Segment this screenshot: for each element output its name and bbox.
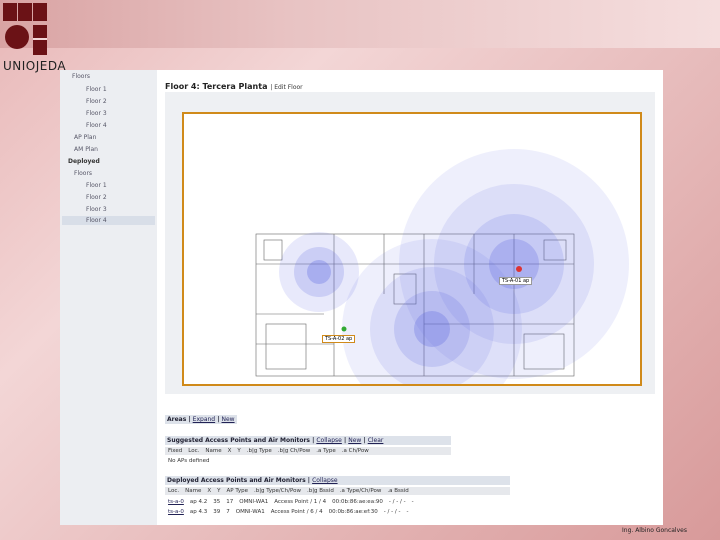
floor-map[interactable]: TS-A-01 ap TS-A-02 ap <box>182 112 642 386</box>
collapse-link[interactable]: Collapse <box>316 437 342 444</box>
sidebar-item-floors[interactable]: Floors <box>72 73 90 80</box>
col-y[interactable]: Y <box>214 487 223 495</box>
col-name[interactable]: Name <box>202 447 224 455</box>
col-name[interactable]: Name <box>182 487 204 495</box>
sidebar-item-deployed-floor-4[interactable]: Floor 4 <box>62 216 155 225</box>
deployed-title: Deployed Access Points and Air Monitors <box>167 477 306 484</box>
suggested-columns: Fixed Loc. Name X Y .b|g Type .b|g Ch/Po… <box>165 447 451 455</box>
col-a-type[interactable]: .a Type <box>313 447 339 455</box>
cell-bg-bssid: 00:0b:86:ae:ef:30 <box>328 509 378 515</box>
table-row[interactable]: ts-a-0 ap 4.2 35 17 OMNI-WA1 Access Poin… <box>165 498 417 506</box>
cell-loc[interactable]: ts-a-0 <box>165 508 187 516</box>
col-y[interactable]: Y <box>234 447 243 455</box>
sidebar-item-deployed-floors[interactable]: Floors <box>74 170 92 177</box>
deployed-columns: Loc. Name X Y AP Type .b|g Type/Ch/Pow .… <box>165 487 510 495</box>
floor-plan-svg <box>255 149 629 384</box>
cell-name: ap 4.3 <box>189 509 208 515</box>
cell-y: 7 <box>226 509 230 515</box>
edit-floor-link[interactable]: | Edit Floor <box>270 84 302 91</box>
page-title: Floor 4: Tercera Planta | Edit Floor <box>165 82 303 91</box>
cell-bg-type: Access Point / 1 / 4 <box>274 499 327 505</box>
suggested-empty: No APs defined <box>165 457 213 465</box>
sidebar-item-ap-plan[interactable]: AP Plan <box>74 134 96 141</box>
sidebar-item-am-plan[interactable]: AM Plan <box>74 146 98 153</box>
col-a-bssid[interactable]: .a Bssid <box>384 487 411 495</box>
cell-y: 17 <box>226 499 234 505</box>
sidebar-item-floor-1[interactable]: Floor 1 <box>86 86 107 93</box>
sidebar-item-deployed-floor-2[interactable]: Floor 2 <box>86 194 107 201</box>
sidebar-item-deployed[interactable]: Deployed <box>68 158 100 165</box>
col-a-type-ch-pow[interactable]: .a Type/Ch/Pow <box>337 487 385 495</box>
areas-title: Areas <box>167 416 187 423</box>
header-band <box>0 0 720 48</box>
col-bg-type[interactable]: .b|g Type <box>244 447 275 455</box>
sidebar-item-floor-3[interactable]: Floor 3 <box>86 110 107 117</box>
collapse-deployed-link[interactable]: Collapse <box>312 477 338 484</box>
cell-bg-bssid: 00:0b:86:ae:ea:90 <box>332 499 383 505</box>
cell-ap-type: OMNI-WA1 <box>235 509 265 515</box>
screenshot-panel: Floors Floor 1 Floor 2 Floor 3 Floor 4 A… <box>60 70 663 525</box>
cell-a-type: - / - / - <box>388 499 406 505</box>
sidebar-item-floor-4[interactable]: Floor 4 <box>86 122 107 129</box>
cell-bg-type: Access Point / 6 / 4 <box>270 509 323 515</box>
col-bg-bssid[interactable]: .b|g Bssid <box>304 487 337 495</box>
cell-name: ap 4.2 <box>189 499 208 505</box>
author-credit: Ing. Albino Goncalves <box>622 527 687 534</box>
col-loc[interactable]: Loc. <box>165 487 182 495</box>
page-title-text: Floor 4: Tercera Planta <box>165 82 268 91</box>
empty-text: No APs defined <box>168 458 210 464</box>
sidebar-item-deployed-floor-3[interactable]: Floor 3 <box>86 206 107 213</box>
cell-x: 35 <box>213 499 221 505</box>
sidebar-item-deployed-floor-1[interactable]: Floor 1 <box>86 182 107 189</box>
main-content: Floor 4: Tercera Planta | Edit Floor TS-… <box>162 70 657 525</box>
ap-label[interactable]: TS-A-02 ap <box>322 335 356 343</box>
cell-ap-type: OMNI-WA1 <box>239 499 269 505</box>
col-bg-chpow[interactable]: .b|g Ch/Pow <box>275 447 314 455</box>
coverage-circles <box>279 149 629 384</box>
cell-x: 39 <box>213 509 221 515</box>
sidebar: Floors Floor 1 Floor 2 Floor 3 Floor 4 A… <box>60 70 157 525</box>
col-loc[interactable]: Loc. <box>185 447 202 455</box>
deployed-header: Deployed Access Points and Air Monitors … <box>165 476 510 485</box>
suggested-title: Suggested Access Points and Air Monitors <box>167 437 310 444</box>
cell-a-bssid: - <box>406 509 409 515</box>
ap-marker[interactable] <box>341 326 347 332</box>
new-link[interactable]: New <box>348 437 361 444</box>
suggested-header: Suggested Access Points and Air Monitors… <box>165 436 451 445</box>
ap-label[interactable]: TS-A-01 ap <box>499 277 533 285</box>
clear-link[interactable]: Clear <box>368 437 384 444</box>
cell-loc[interactable]: ts-a-0 <box>165 498 187 506</box>
col-fixed[interactable]: Fixed <box>165 447 185 455</box>
col-ap-type[interactable]: AP Type <box>224 487 251 495</box>
ap-marker[interactable] <box>516 266 522 272</box>
expand-link[interactable]: Expand <box>193 416 215 423</box>
cell-a-type: - / - / - <box>383 509 401 515</box>
new-area-link[interactable]: New <box>222 416 235 423</box>
col-a-chpow[interactable]: .a Ch/Pow <box>339 447 372 455</box>
table-row[interactable]: ts-a-0 ap 4.3 39 7 OMNI-WA1 Access Point… <box>165 508 411 516</box>
logo-text: UNIOJEDA <box>3 59 67 73</box>
sidebar-item-floor-2[interactable]: Floor 2 <box>86 98 107 105</box>
col-x[interactable]: X <box>225 447 235 455</box>
cell-a-bssid: - <box>411 499 414 505</box>
areas-header: Areas | Expand | New <box>165 415 237 424</box>
university-logo <box>3 3 47 55</box>
col-x[interactable]: X <box>204 487 214 495</box>
col-bg-type-ch-pow[interactable]: .b|g Type/Ch/Pow <box>251 487 304 495</box>
floor-map-container: TS-A-01 ap TS-A-02 ap <box>165 92 655 394</box>
